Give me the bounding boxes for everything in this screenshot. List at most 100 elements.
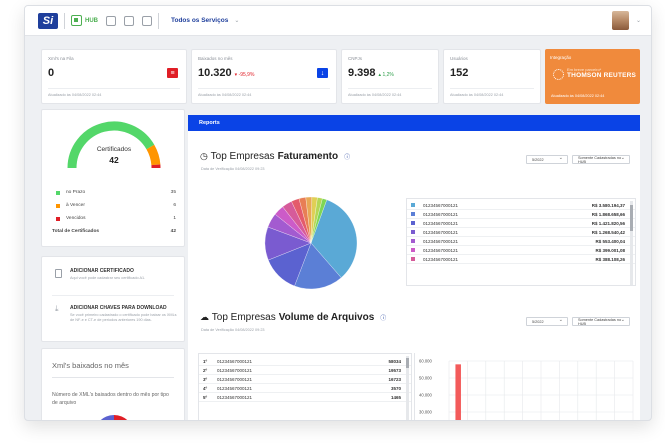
divider [198, 88, 330, 89]
rank-cell: 1º [203, 358, 208, 364]
faturamento-subtitle: Data de Verificação 04/08/2022 09:23 [201, 167, 265, 171]
count-cell: 3570 [390, 385, 401, 391]
divider [52, 377, 174, 378]
divider [348, 88, 432, 89]
document-icon[interactable] [142, 15, 152, 26]
faturamento-pie-chart [264, 196, 358, 290]
add-keys-action[interactable]: ⤓ ADICIONAR CHAVES PARA DOWNLOAD Se você… [42, 297, 186, 341]
gauge-value: 42 [109, 155, 119, 165]
cnpj-cell: 01234567000121 [217, 394, 253, 400]
faturamento-table: 01234567000121 R$ 3.580.194,37 01234567000… [406, 198, 636, 286]
legend-label: no Prazo [66, 190, 86, 195]
count-cell: 1465 [390, 394, 401, 400]
calendar-icon[interactable] [124, 15, 134, 26]
y-tick-label: 30.000 [419, 410, 432, 415]
table-row[interactable]: 01234567000121 R$ 553.400,04 [407, 237, 635, 246]
value-cell: R$ 1.268.540,42 [591, 229, 625, 235]
chevron-down-icon[interactable]: ⌄ [636, 17, 641, 24]
table-row[interactable]: 3º 01234567000121 16723 [199, 375, 411, 384]
period-select[interactable]: 5/2022 [526, 155, 568, 164]
table-row[interactable]: 01234567000121 R$ 1.268.540,42 [407, 228, 635, 237]
legend-label: Vencidos [66, 216, 86, 221]
value-cell: R$ 399.001,08 [595, 247, 625, 253]
table-row[interactable]: 01234567000121 R$ 3.580.194,37 [407, 201, 635, 210]
value-cell: R$ 1.421.820,56 [591, 220, 625, 226]
legend-on-time: no Prazo 35 [56, 190, 176, 195]
legend-label: à Vencer [66, 203, 85, 208]
arquivos-subtitle: Data de Verificação 04/08/2022 09:23 [201, 328, 265, 332]
certificates-card: Certificados 42 no Prazo 35 à Vencer 6 V… [41, 109, 185, 247]
orange-dot-icon [56, 203, 60, 208]
count-cell: 16723 [388, 376, 401, 382]
integration-card[interactable]: Integração Em breve parceiro* THOMSON RE… [545, 49, 640, 104]
stat-updated: Atualizado às 04/08/2022 02:44 [48, 93, 102, 97]
divider [52, 295, 174, 296]
color-swatch [411, 257, 415, 261]
app-window: Si HUB Todos os Serviços ⌄ ⌄ Xml's na Fi… [24, 5, 652, 421]
stat-value: 152 [450, 67, 469, 79]
stat-value: 9.398 ▴ 1,2% [348, 67, 394, 79]
total-label: Total de Certificados [52, 229, 100, 234]
legend-count: 1 [173, 216, 176, 221]
stat-updated: Atualizado às 04/08/2022 02:44 [198, 93, 252, 97]
xml-month-title: Xml's baixados no mês [52, 361, 129, 370]
table-row[interactable]: 01234567000121 R$ 388.108,26 [407, 255, 635, 264]
si-logo[interactable]: Si [38, 12, 58, 29]
red-dot-icon [56, 216, 60, 221]
certificates-total: Total de Certificados 42 [52, 229, 176, 234]
stat-card-downloaded: Baixados no mês 10.320 ▾ -95,9% ↓ Atualiz… [191, 49, 337, 104]
cnpj-cell: 01234567000121 [217, 367, 253, 373]
services-selector[interactable]: Todos os Serviços [171, 17, 228, 24]
info-icon[interactable]: ⓘ [344, 152, 350, 161]
hub-label: HUB [85, 17, 98, 24]
color-swatch [411, 203, 415, 207]
filter-select[interactable]: Somente Cadastradas no HUB [572, 155, 630, 164]
bar-chart-svg: 60.00050.00040.00030.00020.000 [419, 359, 634, 421]
cnpj-cell: 01234567000121 [217, 385, 253, 391]
xml-month-card: Xml's baixados no mês Número de XML's ba… [41, 348, 185, 420]
value-cell: R$ 553.400,04 [595, 238, 625, 244]
stat-card-queue: Xml's na Fila 0 ≡ Atualizado às 04/08/20… [41, 49, 187, 104]
scrollbar[interactable] [630, 201, 633, 285]
xml-month-desc: Número de XML's baixados dentro do mês p… [52, 392, 169, 406]
period-select[interactable]: 5/2022 [526, 317, 568, 326]
cnpj-cell: 01234567000121 [423, 202, 459, 208]
legend-count: 6 [173, 203, 176, 208]
table-row[interactable]: 4º 01234567000121 3570 [199, 384, 411, 393]
chevron-down-icon[interactable]: ⌄ [234, 17, 239, 24]
y-tick-label: 60.000 [419, 359, 432, 364]
divider [450, 88, 534, 89]
value-cell: R$ 3.580.194,37 [591, 202, 625, 208]
history-icon[interactable] [106, 15, 116, 26]
bar-1º[interactable] [455, 364, 461, 421]
list-icon[interactable]: ≡ [167, 68, 178, 78]
table-row[interactable]: 5º 01234567000121 1465 [199, 393, 411, 402]
download-icon[interactable]: ↓ [317, 68, 328, 78]
cnpj-cell: 01234567000121 [423, 211, 459, 217]
integration-brand: THOMSON REUTERS [567, 72, 637, 79]
table-row[interactable]: 01234567000121 R$ 399.001,08 [407, 246, 635, 255]
color-swatch [411, 212, 415, 216]
divider [158, 12, 159, 29]
table-row[interactable]: 1º 01234567000121 58034 [199, 357, 411, 366]
arquivos-bar-chart: 60.00050.00040.00030.00020.000 [414, 353, 636, 421]
stat-card-users: Usuários 152 Atualizado às 04/08/2022 02… [443, 49, 541, 104]
info-icon[interactable]: ⓘ [380, 313, 386, 322]
cnpj-cell: 01234567000121 [423, 220, 459, 226]
gauge-label: Certificados [96, 146, 132, 153]
table-row[interactable]: 01234567000121 R$ 1.868.658,66 [407, 210, 635, 219]
legend-count: 35 [170, 190, 176, 195]
stat-title: Baixados no mês [198, 56, 233, 61]
total-value: 42 [170, 229, 176, 234]
y-tick-label: 40.000 [419, 393, 432, 398]
scrollbar[interactable] [406, 356, 409, 420]
faturamento-title: ◷ Top Empresas Faturamento ⓘ [200, 151, 351, 162]
filter-select[interactable]: Somente Cadastradas no HUB [572, 317, 630, 326]
add-certificate-action[interactable]: ADICIONAR CERTIFICADO Aqui você pode cad… [42, 257, 186, 293]
table-row[interactable]: 01234567000121 R$ 1.421.820,56 [407, 219, 635, 228]
table-row[interactable]: 2º 01234567000121 19573 [199, 366, 411, 375]
avatar[interactable] [612, 11, 629, 30]
cnpj-cell: 01234567000121 [423, 238, 459, 244]
hub-button[interactable]: HUB [71, 15, 98, 26]
rank-cell: 5º [203, 394, 208, 400]
